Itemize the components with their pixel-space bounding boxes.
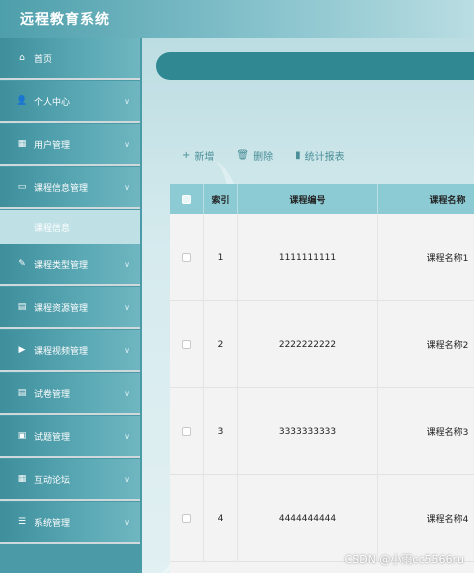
column-header-course-name: 课程名称: [378, 184, 474, 214]
main-content: + 新增 🗑 删除 ▮ 统计报表 索引 课程编号 课程名称 1 11111111…: [142, 38, 474, 573]
add-button-label: 新增: [194, 152, 215, 163]
column-header-index: 索引: [204, 184, 238, 214]
cell-course-name: 课程名称3: [378, 388, 474, 475]
table-row: 1 1111111111 课程名称1: [170, 214, 474, 301]
sidebar-item-label: 用户管理: [34, 140, 71, 151]
table-row: 3 3333333333 课程名称3: [170, 388, 474, 475]
select-all-cell: [170, 184, 204, 214]
sidebar-item-personal-center[interactable]: 👤 个人中心 ∨: [0, 81, 140, 123]
home-icon: ⌂: [19, 53, 25, 63]
edit-icon: ✎: [18, 259, 26, 269]
table-header: 索引 课程编号 课程名称: [170, 184, 474, 214]
sidebar-item-label: 课程类型管理: [34, 260, 89, 271]
sidebar-item-label: 互动论坛: [34, 475, 71, 486]
bar-chart-icon: ▮: [295, 150, 301, 161]
table-row: 4 4444444444 课程名称4: [170, 475, 474, 562]
sidebar-item-label: 试卷管理: [34, 389, 71, 400]
sidebar-item-label: 首页: [34, 54, 53, 65]
cell-index: 3: [204, 388, 238, 475]
row-checkbox[interactable]: [182, 340, 191, 349]
trash-icon: 🗑: [236, 150, 250, 161]
table-row: 2 2222222222 课程名称2: [170, 301, 474, 388]
row-select-cell: [170, 214, 204, 301]
cell-course-name: 课程名称1: [378, 214, 474, 301]
app-title: 远程教育系统: [20, 12, 110, 28]
sidebar: ⌂ 首页 👤 个人中心 ∨ ▦ 用户管理 ∨ ▭ 课程信息管理 ∨ 课程信息 ✎…: [0, 38, 142, 573]
chevron-down-icon: ∨: [124, 474, 130, 484]
sidebar-item-course-type-management[interactable]: ✎ 课程类型管理 ∨: [0, 244, 140, 286]
briefcase-icon: ▣: [17, 431, 27, 441]
delete-button[interactable]: 🗑 删除: [236, 148, 273, 163]
sidebar-item-label: 课程信息管理: [34, 183, 89, 194]
sidebar-item-question-management[interactable]: ▣ 试题管理 ∨: [0, 416, 140, 458]
cell-course-code: 3333333333: [238, 388, 378, 475]
delete-button-label: 删除: [253, 152, 274, 163]
sidebar-item-system-management[interactable]: ☰ 系统管理 ∨: [0, 502, 140, 544]
cell-course-name: 课程名称4: [378, 475, 474, 562]
watermark: CSDN @小雨cc5566ru: [344, 553, 464, 566]
row-checkbox[interactable]: [182, 253, 191, 262]
grid-icon: ▦: [17, 139, 27, 149]
select-all-checkbox[interactable]: [182, 194, 191, 204]
cell-course-code: 2222222222: [238, 301, 378, 388]
row-select-cell: [170, 388, 204, 475]
add-button[interactable]: + 新增: [182, 148, 214, 163]
chevron-down-icon: ∨: [124, 431, 130, 441]
chat-icon: ▤: [17, 302, 27, 312]
top-bar: 远程教育系统: [0, 0, 474, 38]
sidebar-item-label: 个人中心: [34, 97, 71, 108]
sidebar-item-user-management[interactable]: ▦ 用户管理 ∨: [0, 124, 140, 166]
paper-icon: ▤: [17, 388, 27, 398]
cell-course-code: 4444444444: [238, 475, 378, 562]
settings-icon: ☰: [17, 517, 27, 527]
chevron-down-icon: ∨: [124, 139, 130, 149]
sidebar-item-course-resource-management[interactable]: ▤ 课程资源管理 ∨: [0, 287, 140, 329]
chevron-down-icon: ∨: [124, 182, 130, 192]
chevron-down-icon: ∨: [124, 259, 130, 269]
sidebar-item-label: 系统管理: [34, 518, 71, 529]
chevron-down-icon: ∨: [124, 388, 130, 398]
plus-icon: +: [182, 150, 191, 161]
video-icon: ▶: [18, 345, 26, 355]
sidebar-item-label: 试题管理: [34, 432, 71, 443]
report-button-label: 统计报表: [304, 152, 345, 163]
column-header-course-code: 课程编号: [238, 184, 378, 214]
data-table: 索引 课程编号 课程名称 1 1111111111 课程名称1 2 222222…: [170, 184, 474, 573]
sidebar-item-course-info-management[interactable]: ▭ 课程信息管理 ∨: [0, 167, 140, 209]
sidebar-item-label: 课程资源管理: [34, 303, 89, 314]
sidebar-item-home[interactable]: ⌂ 首页: [0, 38, 140, 80]
row-select-cell: [170, 301, 204, 388]
sidebar-item-forum[interactable]: ▦ 互动论坛 ∨: [0, 459, 140, 501]
chevron-down-icon: ∨: [124, 345, 130, 355]
sidebar-item-label: 课程视频管理: [34, 346, 89, 357]
sidebar-item-exam-paper-management[interactable]: ▤ 试卷管理 ∨: [0, 373, 140, 415]
cell-course-name: 课程名称2: [378, 301, 474, 388]
toolbar: + 新增 🗑 删除 ▮ 统计报表: [182, 148, 345, 163]
row-checkbox[interactable]: [182, 514, 191, 523]
monitor-icon: ▭: [17, 182, 27, 192]
forum-icon: ▦: [17, 474, 27, 484]
chevron-down-icon: ∨: [124, 302, 130, 312]
row-checkbox[interactable]: [182, 427, 191, 436]
sidebar-subitem-course-info[interactable]: 课程信息: [0, 210, 140, 244]
cell-index: 1: [204, 214, 238, 301]
chevron-down-icon: ∨: [124, 96, 130, 106]
row-select-cell: [170, 475, 204, 562]
cell-index: 2: [204, 301, 238, 388]
chevron-down-icon: ∨: [124, 517, 130, 527]
sidebar-item-course-video-management[interactable]: ▶ 课程视频管理 ∨: [0, 330, 140, 372]
header-banner: [156, 52, 474, 80]
cell-index: 4: [204, 475, 238, 562]
user-icon: 👤: [16, 96, 28, 106]
report-button[interactable]: ▮ 统计报表: [295, 148, 345, 163]
cell-course-code: 1111111111: [238, 214, 378, 301]
